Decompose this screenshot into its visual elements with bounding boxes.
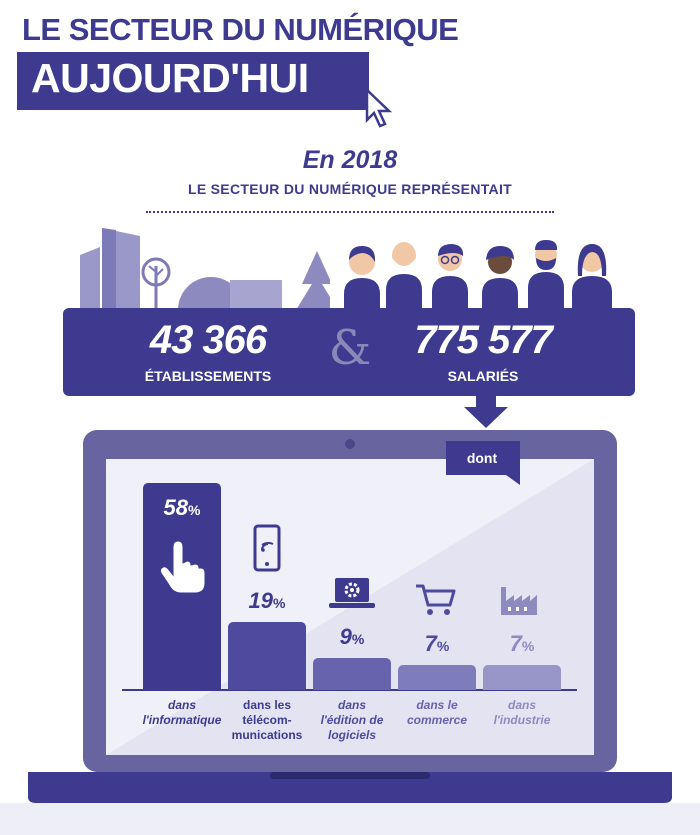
- smartphone-icon: [253, 524, 281, 577]
- bar-value-unit: %: [351, 631, 365, 647]
- bar-value-number: 7: [424, 631, 437, 656]
- bar-value-unit: %: [188, 502, 201, 518]
- category-label-line: l'industrie: [493, 713, 551, 727]
- bar-value-label: 7%: [483, 631, 561, 657]
- bar-value-number: 9: [339, 624, 352, 649]
- pointer-hand-icon: [157, 539, 207, 600]
- category-label-line: logiciels: [327, 728, 377, 742]
- shopping-cart-icon: [414, 583, 456, 622]
- laptop-gear-icon: [329, 576, 375, 615]
- footer-strip: [0, 803, 700, 835]
- bar-value-unit: %: [521, 638, 535, 654]
- category-label-line: dans: [507, 698, 536, 712]
- bar-value-number: 7: [509, 631, 522, 656]
- bar-value-unit: %: [436, 638, 450, 654]
- bar-value-label: 9%: [313, 624, 391, 650]
- bar-value-label: 19%: [228, 588, 306, 614]
- bar-value-label: 58%: [143, 495, 221, 521]
- factory-icon: [499, 583, 539, 622]
- bar-value-label: 7%: [398, 631, 476, 657]
- bar-value-number: 19: [248, 588, 274, 613]
- category-label: dans l'industrie: [469, 698, 575, 728]
- sector-bar-chart: 58% dans l'informatique 19% dans les télécom-…: [0, 0, 700, 835]
- bar-3: [398, 665, 476, 690]
- bar-1: [228, 622, 306, 690]
- bar-2: [313, 658, 391, 690]
- bar-value-number: 58: [163, 495, 189, 520]
- bar-value-unit: %: [273, 595, 286, 611]
- bar-4: [483, 665, 561, 690]
